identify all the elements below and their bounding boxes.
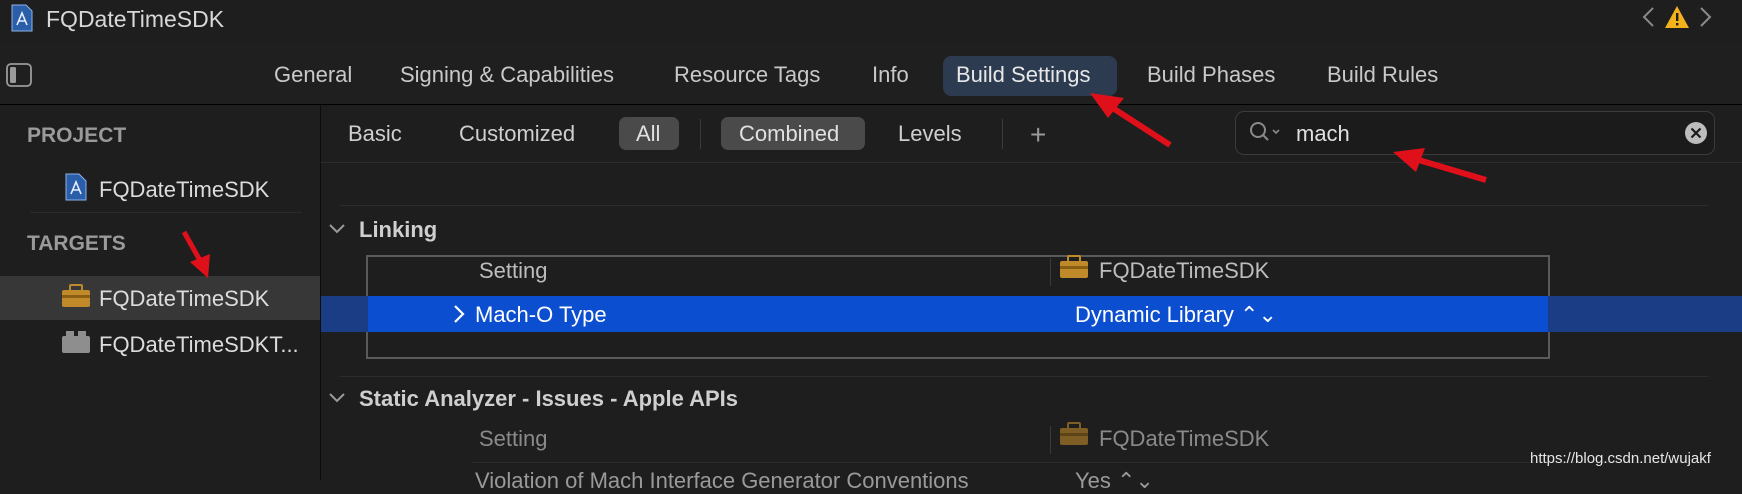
- warning-icon[interactable]: [1664, 5, 1690, 29]
- tab-general[interactable]: General: [274, 62, 352, 88]
- tab-resource-tags[interactable]: Resource Tags: [674, 62, 820, 88]
- tab-info[interactable]: Info: [872, 62, 909, 88]
- sidebar-divider: [30, 212, 302, 213]
- chevron-down-icon[interactable]: [328, 391, 346, 405]
- section-divider: [340, 205, 1708, 206]
- column-separator: [1050, 426, 1051, 454]
- column-header-setting: Setting: [479, 258, 548, 283]
- chevron-left-icon[interactable]: [1640, 6, 1658, 28]
- sidebar-target-item[interactable]: FQDateTimeSDKT...: [99, 332, 299, 358]
- project-file-icon: [65, 173, 87, 201]
- chevron-right-icon[interactable]: [1696, 6, 1714, 28]
- tab-signing-capabilities[interactable]: Signing & Capabilities: [400, 62, 614, 88]
- sidebar-toggle-icon[interactable]: [6, 63, 32, 87]
- tab-build-rules[interactable]: Build Rules: [1327, 62, 1438, 88]
- chevron-down-icon[interactable]: [328, 222, 346, 236]
- section-divider: [340, 376, 1708, 377]
- project-file-icon: [11, 4, 33, 32]
- filter-basic[interactable]: Basic: [348, 121, 402, 147]
- toolbar-divider: [321, 162, 1742, 163]
- filter-separator: [1002, 119, 1003, 149]
- section-title-static-analyzer[interactable]: Static Analyzer - Issues - Apple APIs: [359, 386, 738, 412]
- test-target-icon: [62, 331, 90, 353]
- chevron-right-icon[interactable]: [452, 304, 466, 324]
- sidebar-project-item[interactable]: FQDateTimeSDK: [99, 177, 269, 203]
- column-header-target: FQDateTimeSDK: [1099, 258, 1270, 283]
- column-separator: [1050, 258, 1051, 286]
- title-bar: [0, 0, 1742, 38]
- column-header-target: FQDateTimeSDK: [1099, 426, 1270, 451]
- framework-target-icon: [62, 284, 90, 307]
- setting-value-popup[interactable]: Dynamic Library ⌃⌄: [1075, 302, 1277, 328]
- framework-target-icon: [1060, 255, 1088, 278]
- clear-search-icon[interactable]: [1684, 121, 1708, 145]
- add-setting-button[interactable]: +: [1030, 119, 1046, 151]
- search-input[interactable]: mach: [1296, 121, 1350, 147]
- window-title: FQDateTimeSDK: [46, 6, 225, 32]
- setting-name: Mach-O Type: [475, 302, 607, 327]
- filter-combined-label: Combined: [739, 121, 840, 146]
- filter-separator: [700, 119, 701, 149]
- column-header-setting: Setting: [479, 426, 548, 451]
- filter-all-label: All: [636, 121, 661, 146]
- editor-tabs-bar: [0, 44, 1742, 105]
- sidebar-target-item[interactable]: FQDateTimeSDK: [99, 286, 269, 312]
- filter-customized[interactable]: Customized: [459, 121, 575, 147]
- sidebar-targets-header: TARGETS: [27, 232, 126, 255]
- filter-combined-pill[interactable]: Combined: [721, 117, 865, 150]
- framework-target-icon: [1060, 422, 1088, 445]
- filter-all-pill[interactable]: All: [619, 117, 679, 150]
- watermark: https://blog.csdn.net/wujakf: [1530, 450, 1711, 467]
- filter-levels[interactable]: Levels: [898, 121, 962, 147]
- setting-name[interactable]: Violation of Mach Interface Generator Co…: [475, 468, 969, 494]
- search-icon: [1250, 122, 1280, 141]
- setting-value-popup[interactable]: Yes ⌃⌄: [1075, 468, 1154, 494]
- tab-build-phases[interactable]: Build Phases: [1147, 62, 1275, 88]
- section-title-linking[interactable]: Linking: [359, 217, 437, 243]
- tab-build-settings[interactable]: Build Settings: [956, 62, 1091, 88]
- sidebar-project-header: PROJECT: [27, 124, 127, 147]
- row-divider: [472, 462, 1708, 463]
